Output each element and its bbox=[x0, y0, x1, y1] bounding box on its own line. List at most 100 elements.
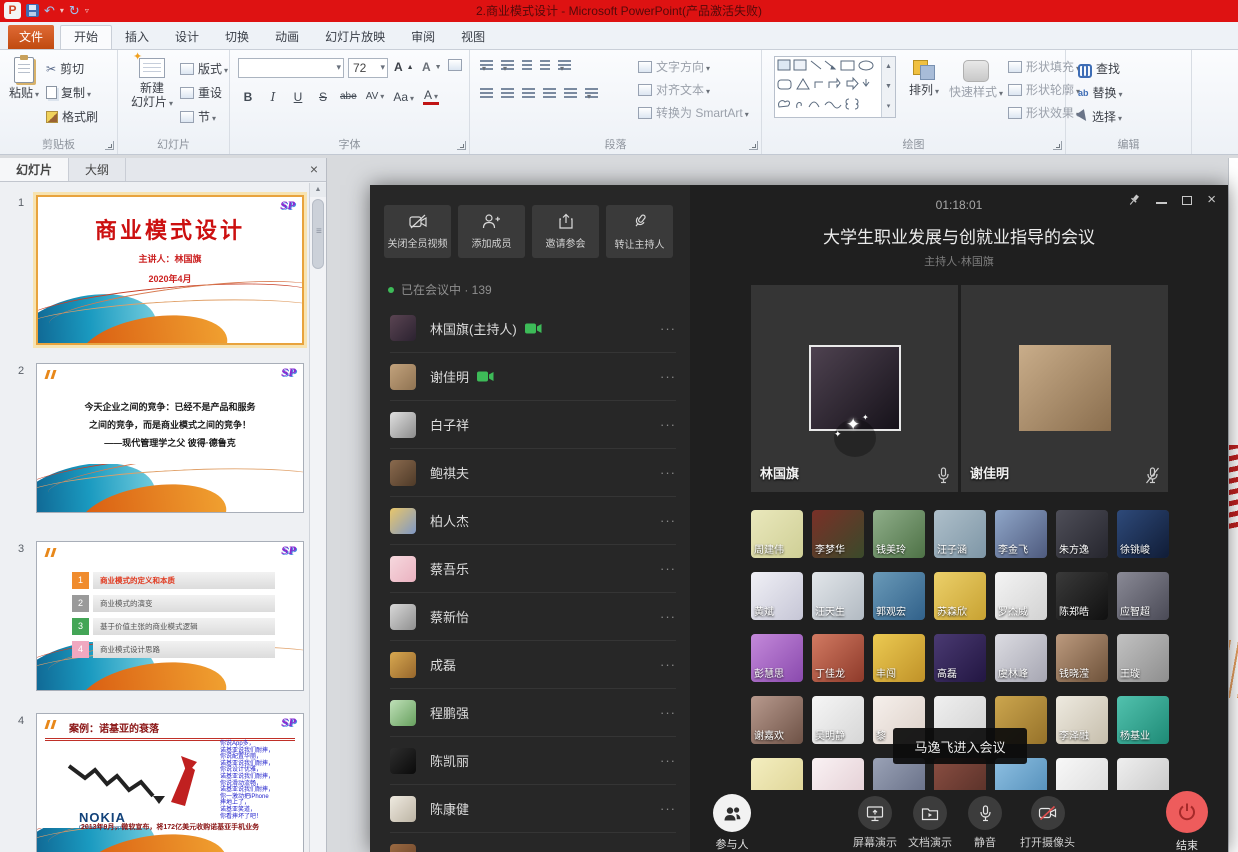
transfer-host-button[interactable]: 转让主持人 bbox=[606, 205, 673, 258]
more-options-icon[interactable] bbox=[660, 657, 676, 672]
powerpoint-app-icon[interactable]: P bbox=[4, 2, 21, 19]
shrink-font-button[interactable]: A▼ bbox=[422, 60, 442, 74]
grid-video-cell[interactable]: 高磊 bbox=[934, 634, 986, 682]
grid-video-cell[interactable]: 钱美玲 bbox=[873, 510, 925, 558]
undo-dropdown-icon[interactable]: ▾ bbox=[60, 6, 64, 15]
close-all-video-button[interactable]: 关闭全员视频 bbox=[384, 205, 451, 258]
more-options-icon[interactable] bbox=[660, 801, 676, 816]
more-options-icon[interactable] bbox=[660, 753, 676, 768]
tab-outline[interactable]: 大纲 bbox=[69, 158, 126, 181]
line-spacing-button[interactable] bbox=[558, 60, 571, 70]
layout-button[interactable]: 版式 bbox=[180, 60, 228, 77]
more-options-icon[interactable] bbox=[660, 705, 676, 720]
find-button[interactable]: 查找 bbox=[1078, 60, 1120, 77]
participant-row[interactable]: 程鹏强 bbox=[390, 688, 676, 736]
participant-row[interactable]: 柏人杰 bbox=[390, 496, 676, 544]
decrease-indent-button[interactable] bbox=[522, 60, 532, 70]
italic-button[interactable]: I bbox=[265, 90, 281, 104]
slide-thumbnail-2[interactable]: SP 今天企业之间的竞争：已经不是产品和服务 之间的竞争，而是商业模式之间的竞争… bbox=[36, 363, 304, 513]
grid-video-cell[interactable]: 李金飞 bbox=[995, 510, 1047, 558]
more-options-icon[interactable] bbox=[660, 417, 676, 432]
shapes-gallery[interactable]: ▲▼▾ bbox=[774, 56, 896, 118]
tab-slideshow[interactable]: 幻灯片放映 bbox=[312, 26, 398, 49]
grid-video-cell[interactable]: 周建伟 bbox=[751, 510, 803, 558]
shapes-scroll-buttons[interactable]: ▲▼▾ bbox=[881, 57, 895, 117]
paste-button[interactable]: 粘贴 bbox=[6, 57, 42, 102]
more-options-icon[interactable] bbox=[660, 369, 676, 384]
new-slide-button[interactable]: 新建幻灯片 bbox=[126, 58, 178, 111]
font-size-combo[interactable]: 72 bbox=[348, 58, 388, 78]
text-direction-button[interactable]: 文字方向 bbox=[638, 58, 710, 75]
scrollbar-thumb[interactable] bbox=[312, 199, 324, 269]
copy-button[interactable]: 复制 bbox=[46, 84, 91, 101]
slide-row-2[interactable]: 2 SP 今天企业之间的竞争：已经不是产品和服务 之间的竞争，而是商业模式之间的… bbox=[0, 361, 309, 519]
grid-video-cell[interactable]: 丁佳龙 bbox=[812, 634, 864, 682]
more-options-icon[interactable] bbox=[660, 321, 676, 336]
participant-row[interactable]: 蔡吾乐 bbox=[390, 544, 676, 592]
undo-icon[interactable]: ↶ bbox=[44, 3, 55, 19]
bullets-button[interactable] bbox=[480, 60, 493, 70]
more-options-icon[interactable] bbox=[660, 465, 676, 480]
tab-slides-thumbnails[interactable]: 幻灯片 bbox=[0, 158, 69, 181]
scroll-up-icon[interactable]: ▲ bbox=[310, 183, 326, 197]
grid-video-cell[interactable]: 彭慧思 bbox=[751, 634, 803, 682]
close-panel-icon[interactable]: × bbox=[302, 158, 326, 181]
change-case-button[interactable]: Aa bbox=[393, 90, 414, 104]
save-icon[interactable] bbox=[26, 4, 39, 17]
align-left-button[interactable] bbox=[480, 88, 493, 98]
participant-row[interactable]: 白子祥 bbox=[390, 400, 676, 448]
participant-row[interactable]: 谢佳明 bbox=[390, 352, 676, 400]
tab-animations[interactable]: 动画 bbox=[262, 26, 312, 49]
grid-video-cell[interactable]: 陈郑皓 bbox=[1056, 572, 1108, 620]
qat-customize-icon[interactable]: ▿ bbox=[85, 6, 89, 15]
tab-design[interactable]: 设计 bbox=[162, 26, 212, 49]
distribute-button[interactable] bbox=[564, 88, 577, 98]
grid-video-cell[interactable]: 李泽融 bbox=[1056, 696, 1108, 744]
font-color-button[interactable]: A bbox=[423, 88, 439, 105]
more-options-icon[interactable] bbox=[660, 609, 676, 624]
grid-video-cell[interactable]: 罗杰威 bbox=[995, 572, 1047, 620]
mute-button[interactable]: 静音 bbox=[968, 796, 1002, 850]
participant-row[interactable]: 成磊 bbox=[390, 640, 676, 688]
columns-button[interactable] bbox=[585, 88, 598, 98]
video-tile-second[interactable]: 谢佳明 bbox=[961, 285, 1168, 492]
slide-thumbnail-1[interactable]: SP 商业模式设计 主讲人：林国旗 2020年4月 bbox=[36, 195, 304, 345]
participant-row[interactable] bbox=[390, 832, 676, 852]
align-text-button[interactable]: 对齐文本 bbox=[638, 81, 710, 98]
char-spacing-button[interactable]: AV bbox=[366, 91, 385, 102]
add-member-button[interactable]: 添加成员 bbox=[458, 205, 525, 258]
arrange-button[interactable]: 排列 bbox=[904, 60, 944, 99]
section-button[interactable]: 节 bbox=[180, 108, 216, 125]
smartart-button[interactable]: 转换为 SmartArt bbox=[638, 104, 749, 121]
invite-button[interactable]: 邀请参会 bbox=[532, 205, 599, 258]
grid-video-cell[interactable]: 虞林峰 bbox=[995, 634, 1047, 682]
more-options-icon[interactable] bbox=[660, 513, 676, 528]
align-right-button[interactable] bbox=[522, 88, 535, 98]
participant-row[interactable]: 陈康健 bbox=[390, 784, 676, 832]
format-painter-button[interactable]: 格式刷 bbox=[46, 108, 98, 125]
more-options-icon[interactable] bbox=[660, 561, 676, 576]
slide-thumbnail-3[interactable]: SP 1商业模式的定义和本质 2商业模式的演变 3基于价值主张的商业模式逻辑 4… bbox=[36, 541, 304, 691]
grid-video-cell[interactable]: 杨基业 bbox=[1117, 696, 1169, 744]
tab-home[interactable]: 开始 bbox=[60, 25, 112, 49]
cut-button[interactable]: ✂剪切 bbox=[46, 60, 84, 77]
slide-row-4[interactable]: 4 SP 案例：诺基亚的衰落 NOKIAConnecting People 你说… bbox=[0, 711, 309, 852]
grid-video-cell[interactable]: 徐铫峻 bbox=[1117, 510, 1169, 558]
select-button[interactable]: 选择 bbox=[1078, 108, 1122, 125]
grid-video-cell[interactable]: 朱方逸 bbox=[1056, 510, 1108, 558]
paragraph-dialog-launcher[interactable] bbox=[749, 141, 758, 150]
justify-button[interactable] bbox=[543, 88, 556, 98]
tab-transitions[interactable]: 切换 bbox=[212, 26, 262, 49]
participant-row[interactable]: 蔡新怡 bbox=[390, 592, 676, 640]
slide-row-3[interactable]: 3 SP 1商业模式的定义和本质 2商业模式的演变 3基于价值主张的商业模式逻辑… bbox=[0, 539, 309, 697]
grid-video-cell[interactable]: 郭观宏 bbox=[873, 572, 925, 620]
grid-video-cell[interactable]: 应智超 bbox=[1117, 572, 1169, 620]
end-meeting-button[interactable]: 结束 bbox=[1166, 791, 1208, 852]
grow-font-button[interactable]: A▲ bbox=[394, 60, 414, 74]
slide-thumbnail-4[interactable]: SP 案例：诺基亚的衰落 NOKIAConnecting People 你说Ap… bbox=[36, 713, 304, 852]
reset-button[interactable]: 重设 bbox=[180, 84, 222, 101]
participant-row[interactable]: 鲍祺夫 bbox=[390, 448, 676, 496]
replace-button[interactable]: ab替换 bbox=[1078, 84, 1123, 101]
font-dialog-launcher[interactable] bbox=[457, 141, 466, 150]
grid-video-cell[interactable]: 吴明静 bbox=[812, 696, 864, 744]
